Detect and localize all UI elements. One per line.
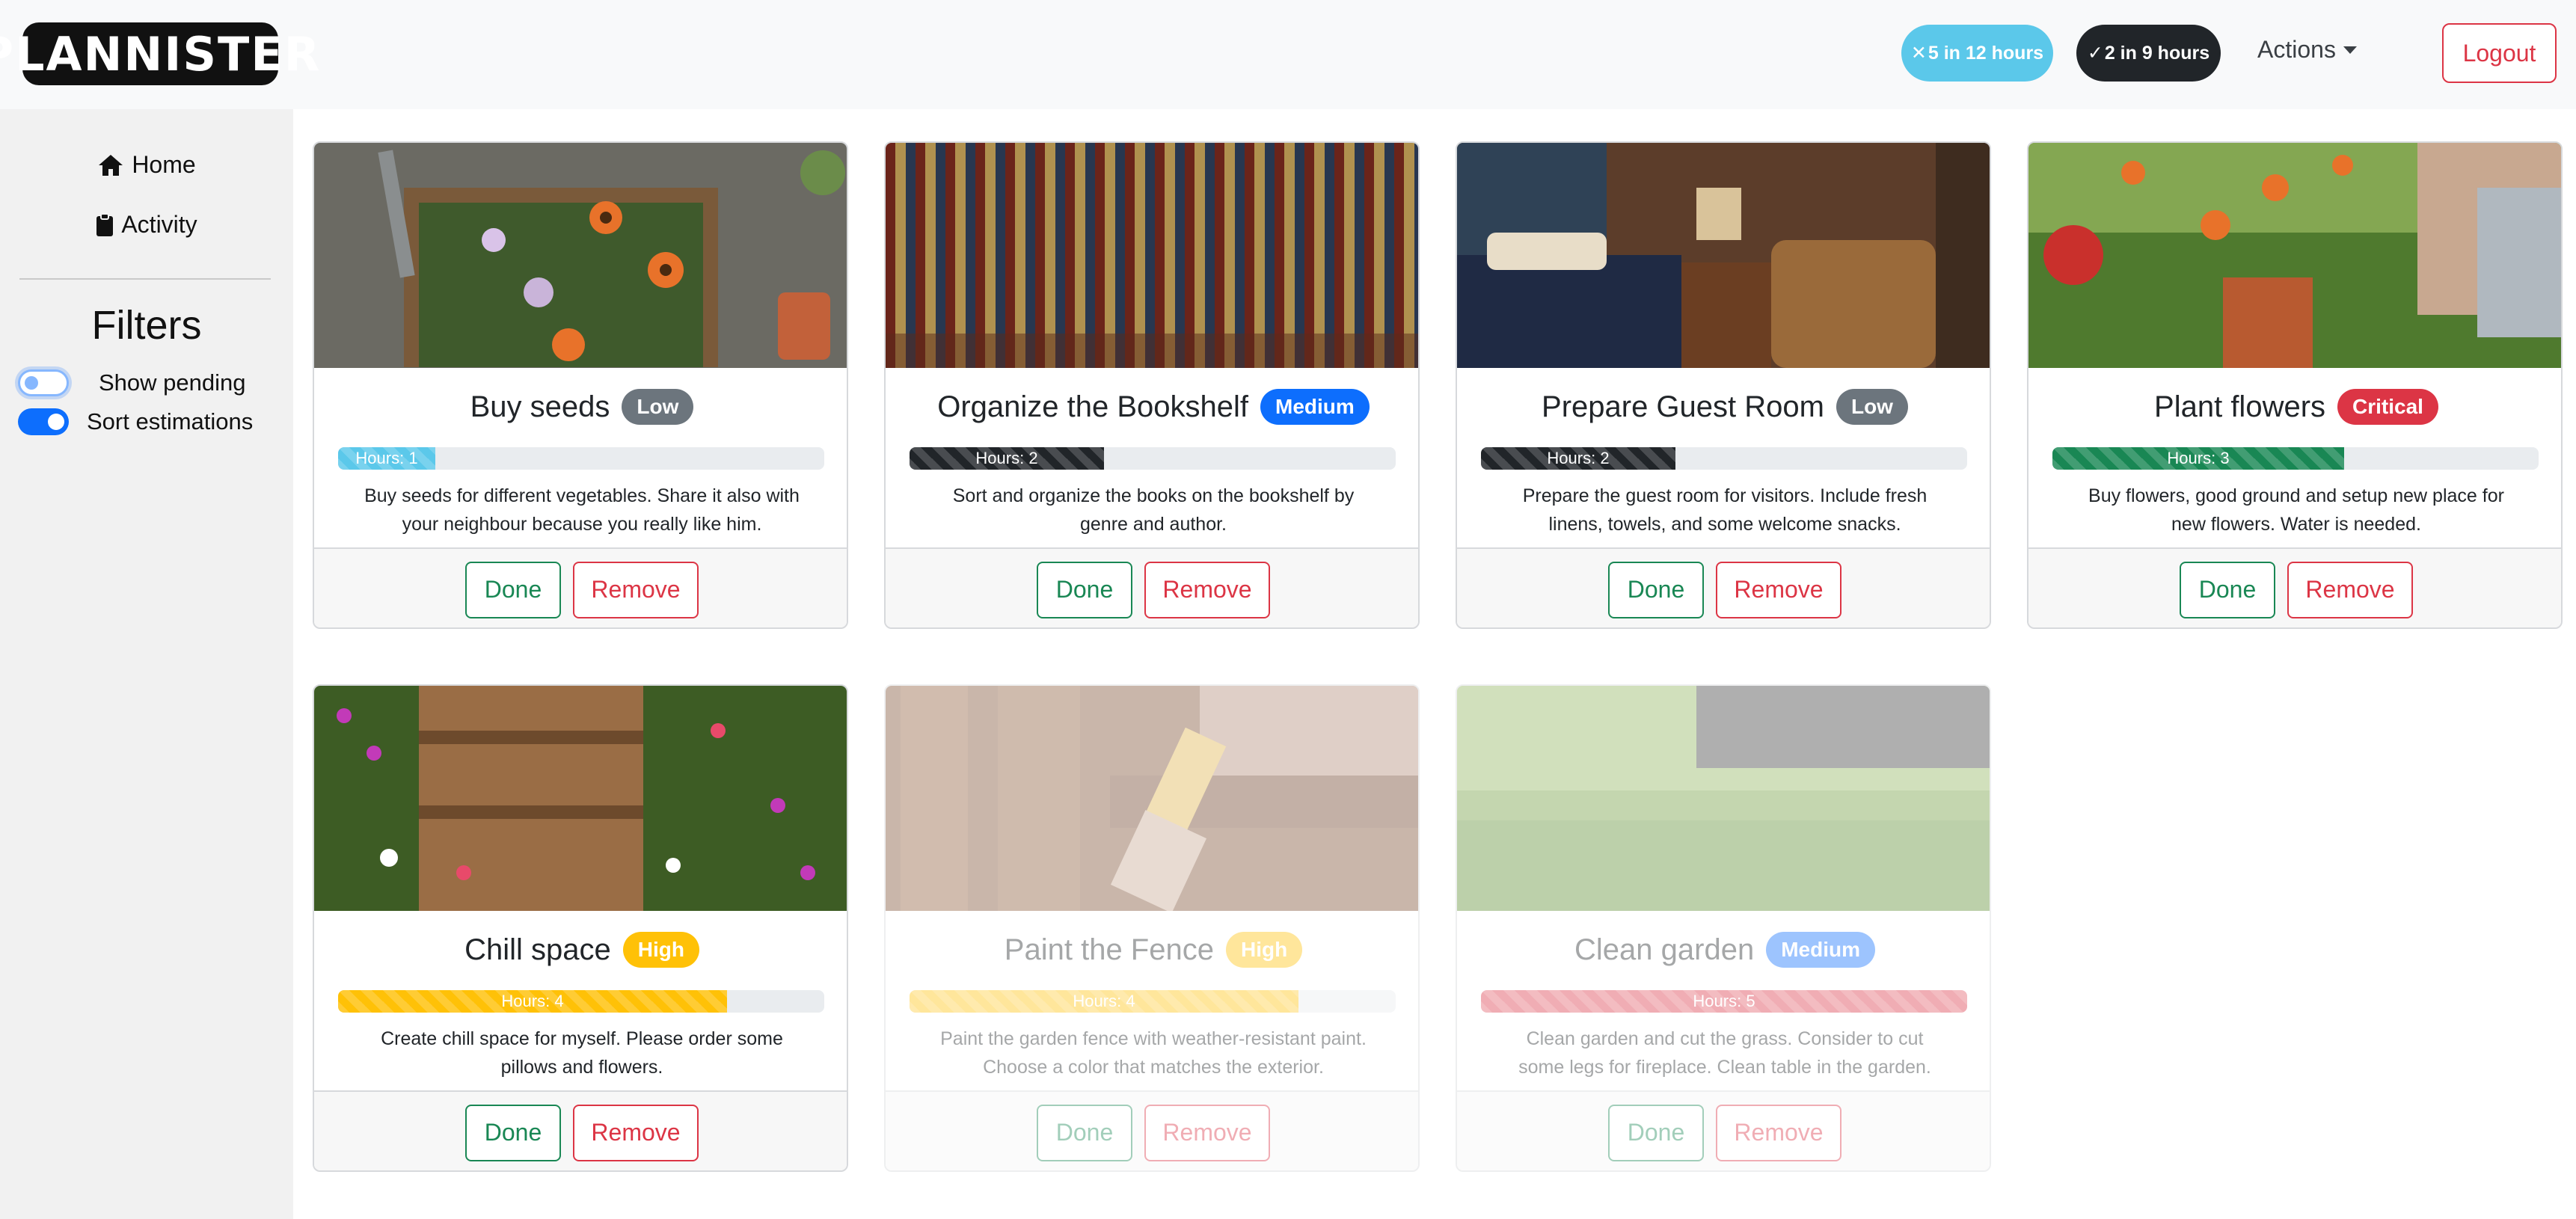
sidebar-item-label: Home: [132, 151, 196, 178]
sort-estimations-filter: Sort estimations: [18, 407, 253, 437]
task-card: Paint the Fence High Hours: 4 Paint the …: [884, 684, 1420, 1172]
task-image: [1457, 686, 1990, 911]
task-image: [886, 143, 1418, 368]
task-description: Prepare the guest room for visitors. Inc…: [1522, 485, 1928, 535]
hours-progress: Hours: 3: [2052, 447, 2539, 470]
task-card: Buy seeds Low Hours: 1 Buy seeds for dif…: [313, 141, 848, 629]
done-tasks-text: 2 in 9 hours: [2104, 42, 2210, 64]
task-image: [886, 686, 1418, 911]
sidebar-item-label: Activity: [121, 211, 197, 238]
task-description: Buy seeds for different vegetables. Shar…: [364, 485, 800, 535]
filters-title: Filters: [91, 303, 202, 348]
hours-progress: Hours: 5: [1481, 990, 1967, 1013]
task-title: Chill space: [464, 933, 611, 966]
task-image: [1457, 143, 1990, 368]
task-card: Clean garden Medium Hours: 5 Clean garde…: [1456, 684, 1991, 1172]
task-image: [2028, 143, 2561, 368]
hours-progress: Hours: 4: [338, 990, 824, 1013]
hours-bar: Hours: 2: [910, 447, 1104, 470]
task-description: Create chill space for myself. Please or…: [381, 1028, 783, 1078]
remove-button[interactable]: Remove: [1144, 1104, 1270, 1161]
task-description: Buy flowers, good ground and setup new p…: [2088, 485, 2504, 535]
done-button[interactable]: Done: [465, 1104, 561, 1161]
priority-badge: High: [622, 932, 699, 968]
sort-estimations-toggle[interactable]: [18, 408, 69, 435]
caret-down-icon: [2343, 46, 2357, 54]
task-description: Clean garden and cut the grass. Consider…: [1518, 1028, 1931, 1078]
show-pending-label: Show pending: [99, 369, 246, 396]
sidebar-divider: [19, 278, 271, 280]
show-pending-filter: Show pending: [18, 368, 246, 398]
clipboard-icon: [96, 212, 114, 236]
show-pending-toggle[interactable]: [18, 369, 69, 396]
remove-button[interactable]: Remove: [1716, 1104, 1841, 1161]
task-title: Buy seeds: [470, 390, 610, 423]
priority-badge: High: [1225, 932, 1303, 968]
hours-bar: Hours: 4: [338, 990, 727, 1013]
actions-dropdown[interactable]: Actions: [2257, 36, 2357, 64]
actions-label: Actions: [2257, 36, 2336, 63]
task-card: Prepare Guest Room Low Hours: 2 Prepare …: [1456, 141, 1991, 629]
sidebar-item-home[interactable]: Home: [0, 151, 293, 179]
top-navbar: PLANNISTER ✕ 5 in 12 hours ✓ 2 in 9 hours …: [0, 0, 2576, 109]
task-image: [314, 143, 847, 368]
sidebar-item-activity[interactable]: Activity: [0, 211, 293, 239]
remove-button[interactable]: Remove: [573, 561, 699, 618]
priority-badge: Critical: [2337, 389, 2438, 425]
hours-bar: Hours: 1: [338, 447, 435, 470]
logout-button[interactable]: Logout: [2442, 23, 2557, 83]
priority-badge: Medium: [1766, 932, 1875, 968]
sort-estimations-label: Sort estimations: [87, 408, 254, 435]
task-card: Chill space High Hours: 4 Create chill s…: [313, 684, 848, 1172]
task-title: Clean garden: [1574, 933, 1755, 966]
hours-progress: Hours: 2: [910, 447, 1396, 470]
done-tasks-pill[interactable]: ✓ 2 in 9 hours: [2076, 25, 2221, 82]
remove-button[interactable]: Remove: [1144, 561, 1270, 618]
sidebar: Home Activity Filters Show pending Sort …: [0, 109, 293, 1219]
task-image: [314, 686, 847, 911]
done-button[interactable]: Done: [1608, 561, 1704, 618]
remove-button[interactable]: Remove: [2287, 561, 2413, 618]
hours-bar: Hours: 3: [2052, 447, 2344, 470]
x-icon: ✕: [1910, 43, 1927, 64]
hours-progress: Hours: 1: [338, 447, 824, 470]
pending-tasks-pill[interactable]: ✕ 5 in 12 hours: [1901, 25, 2053, 82]
task-description: Paint the garden fence with weather-resi…: [940, 1028, 1367, 1078]
task-title: Plant flowers: [2154, 390, 2326, 423]
task-title: Organize the Bookshelf: [937, 390, 1249, 423]
remove-button[interactable]: Remove: [1716, 561, 1841, 618]
priority-badge: Medium: [1260, 389, 1370, 425]
home-icon: [99, 154, 123, 176]
remove-button[interactable]: Remove: [573, 1104, 699, 1161]
hours-bar: Hours: 5: [1481, 990, 1967, 1013]
done-button[interactable]: Done: [1037, 561, 1132, 618]
priority-badge: Low: [1836, 389, 1908, 425]
done-button[interactable]: Done: [1608, 1104, 1704, 1161]
app-logo[interactable]: PLANNISTER: [0, 22, 319, 85]
done-button[interactable]: Done: [2180, 561, 2275, 618]
task-title: Prepare Guest Room: [1542, 390, 1824, 423]
hours-bar: Hours: 4: [910, 990, 1298, 1013]
task-title: Paint the Fence: [1004, 933, 1214, 966]
hours-progress: Hours: 4: [910, 990, 1396, 1013]
done-button[interactable]: Done: [1037, 1104, 1132, 1161]
hours-progress: Hours: 2: [1481, 447, 1967, 470]
task-description: Sort and organize the books on the books…: [952, 485, 1355, 535]
hours-bar: Hours: 2: [1481, 447, 1675, 470]
check-icon: ✓: [2087, 43, 2103, 64]
pending-tasks-text: 5 in 12 hours: [1928, 42, 2044, 64]
task-card: Plant flowers Critical Hours: 3 Buy flow…: [2027, 141, 2563, 629]
task-card: Organize the Bookshelf Medium Hours: 2 S…: [884, 141, 1420, 629]
done-button[interactable]: Done: [465, 561, 561, 618]
priority-badge: Low: [622, 389, 694, 425]
